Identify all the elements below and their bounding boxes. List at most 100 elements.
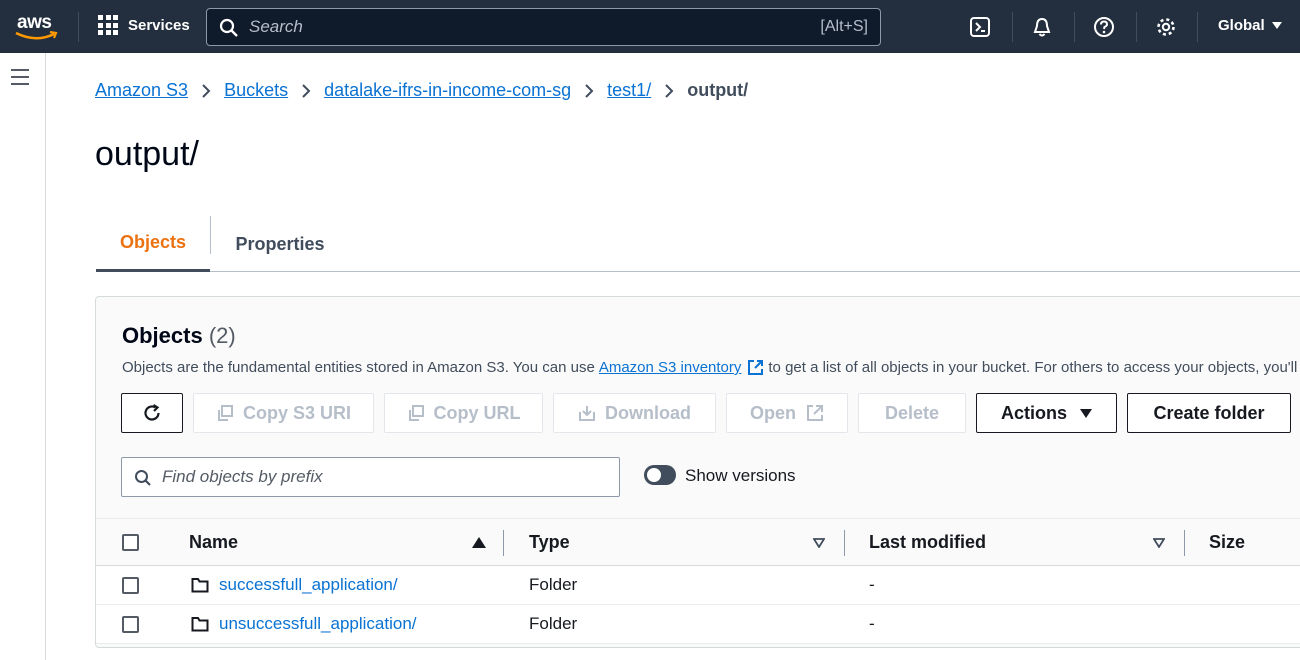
type-cell: Folder	[529, 575, 578, 594]
chevron-right-icon	[664, 83, 674, 99]
objects-panel: Objects (2) Objects are the fundamental …	[95, 296, 1300, 648]
open-label: Open	[749, 402, 796, 423]
folder-name: successfull_application/	[219, 575, 398, 594]
grid-icon	[98, 15, 118, 35]
copy-url-label: Copy URL	[433, 402, 521, 423]
objects-count: (2)	[208, 323, 236, 348]
s3-inventory-link[interactable]: Amazon S3 inventory	[599, 359, 742, 376]
download-label: Download	[605, 402, 691, 423]
help-button[interactable]	[1091, 14, 1117, 40]
table-row[interactable]: successfull_application/ Folder -	[96, 566, 1300, 605]
caret-down-icon	[1080, 408, 1092, 418]
region-label: Global	[1218, 17, 1265, 34]
breadcrumb-amazon-s3[interactable]: Amazon S3	[95, 80, 188, 101]
sort-descending-icon[interactable]	[1153, 538, 1165, 548]
side-navigation	[0, 53, 46, 660]
nav-divider	[1136, 12, 1137, 42]
gear-icon	[1157, 18, 1175, 36]
column-header-name[interactable]: Name	[189, 532, 238, 553]
external-link-icon	[806, 404, 824, 422]
external-link-icon	[747, 359, 764, 376]
objects-heading-title: Objects	[122, 323, 203, 348]
download-button[interactable]: Download	[553, 393, 716, 433]
nav-divider	[1074, 12, 1075, 42]
table-header: Name Type Last modified Size	[96, 518, 1300, 566]
breadcrumb-test1[interactable]: test1/	[607, 80, 651, 101]
delete-label: Delete	[884, 402, 940, 423]
row-checkbox[interactable]	[122, 616, 139, 633]
tab-objects[interactable]: Objects	[96, 216, 210, 272]
last-modified-cell: -	[869, 575, 875, 594]
nav-divider	[1012, 12, 1013, 42]
actions-button[interactable]: Actions	[976, 393, 1117, 433]
download-icon	[578, 404, 596, 422]
aws-logo[interactable]: aws	[14, 9, 60, 43]
column-header-last-modified[interactable]: Last modified	[869, 532, 986, 553]
column-divider[interactable]	[844, 530, 845, 556]
search-icon	[219, 18, 238, 37]
sort-ascending-icon[interactable]	[472, 537, 486, 548]
chevron-right-icon	[301, 83, 311, 99]
copy-icon	[216, 404, 234, 422]
column-divider[interactable]	[1184, 530, 1185, 556]
services-menu-button[interactable]: Services	[98, 15, 190, 35]
terminal-icon	[970, 17, 990, 37]
sort-descending-icon[interactable]	[813, 538, 825, 548]
settings-button[interactable]	[1153, 14, 1179, 40]
folder-link[interactable]: successfull_application/	[191, 575, 398, 595]
objects-description: Objects are the fundamental entities sto…	[122, 359, 1300, 376]
select-all-checkbox[interactable]	[122, 534, 139, 551]
copy-s3-uri-label: Copy S3 URI	[242, 402, 352, 423]
show-versions-toggle[interactable]	[644, 465, 676, 485]
refresh-button[interactable]	[121, 393, 183, 433]
last-modified-cell: -	[869, 614, 875, 633]
breadcrumb: Amazon S3 Buckets datalake-ifrs-in-incom…	[95, 80, 748, 101]
bell-icon	[1033, 17, 1051, 37]
chevron-right-icon	[584, 83, 594, 99]
column-header-type[interactable]: Type	[529, 532, 570, 553]
folder-icon	[191, 617, 209, 632]
column-divider[interactable]	[503, 530, 504, 556]
folder-link[interactable]: unsuccessfull_application/	[191, 614, 417, 634]
cloudshell-button[interactable]	[967, 14, 993, 40]
nav-divider	[78, 12, 79, 42]
help-icon	[1094, 17, 1114, 37]
table-row[interactable]: unsuccessfull_application/ Folder -	[96, 605, 1300, 644]
row-checkbox[interactable]	[122, 577, 139, 594]
description-text-after: to get a list of all objects in your buc…	[768, 359, 1300, 376]
search-shortcut: [Alt+S]	[820, 18, 868, 35]
breadcrumb-buckets[interactable]: Buckets	[224, 80, 288, 101]
create-folder-button[interactable]: Create folder	[1127, 393, 1291, 433]
region-selector[interactable]: Global	[1218, 17, 1282, 34]
delete-button[interactable]: Delete	[858, 393, 966, 433]
breadcrumb-bucket[interactable]: datalake-ifrs-in-income-com-sg	[324, 80, 571, 101]
folder-icon	[191, 578, 209, 593]
description-text: Objects are the fundamental entities sto…	[122, 359, 595, 376]
actions-label: Actions	[1000, 402, 1067, 423]
aws-smile-icon	[15, 31, 58, 40]
copy-s3-uri-button[interactable]: Copy S3 URI	[193, 393, 374, 433]
copy-url-button[interactable]: Copy URL	[384, 393, 543, 433]
notifications-button[interactable]	[1029, 14, 1055, 40]
show-versions-label: Show versions	[685, 466, 796, 485]
search-icon	[135, 470, 151, 486]
type-cell: Folder	[529, 614, 578, 633]
services-label: Services	[128, 16, 190, 34]
create-folder-label: Create folder	[1153, 402, 1265, 423]
tab-properties[interactable]: Properties	[211, 216, 349, 272]
open-button[interactable]: Open	[726, 393, 848, 433]
tab-list: Objects Properties	[96, 216, 1300, 272]
folder-name: unsuccessfull_application/	[219, 614, 417, 633]
menu-icon[interactable]	[11, 69, 29, 85]
find-objects-search[interactable]	[121, 457, 620, 497]
column-header-size[interactable]: Size	[1209, 532, 1245, 553]
global-search-input[interactable]	[249, 15, 789, 39]
find-objects-input[interactable]	[162, 466, 602, 488]
objects-heading: Objects (2)	[122, 323, 236, 349]
page-title: output/	[95, 135, 199, 173]
global-search[interactable]: [Alt+S]	[206, 8, 881, 46]
copy-icon	[407, 404, 425, 422]
breadcrumb-current: output/	[687, 80, 749, 100]
chevron-right-icon	[201, 83, 211, 99]
top-navigation: aws Services [Alt+S]	[0, 0, 1300, 53]
